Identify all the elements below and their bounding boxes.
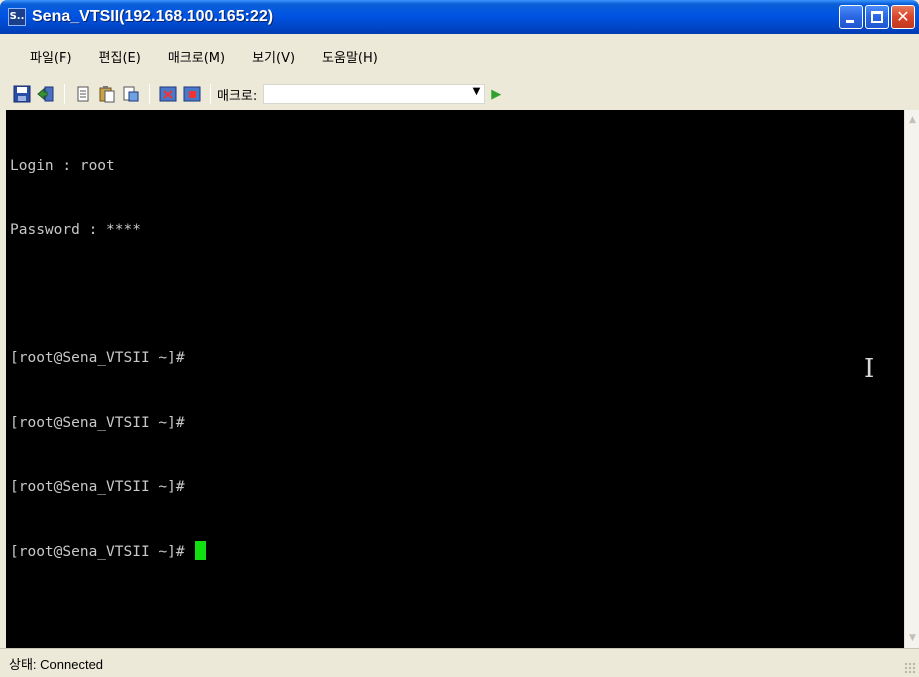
close-button[interactable]: ✕: [891, 5, 915, 29]
title-bar[interactable]: S.. Sena_VTSII(192.168.100.165:22) ✕: [0, 0, 919, 34]
text-cursor-icon: I: [864, 354, 875, 384]
minimize-button[interactable]: [839, 5, 863, 29]
connect-icon[interactable]: [36, 84, 56, 104]
menu-help[interactable]: 도움말(H): [306, 47, 389, 66]
menu-file[interactable]: 파일(F): [14, 47, 83, 66]
maximize-button[interactable]: [865, 5, 889, 29]
copy-icon[interactable]: [73, 84, 93, 104]
toolbar-separator: [210, 84, 211, 104]
paste-icon[interactable]: [97, 84, 117, 104]
close-icon: ✕: [896, 7, 910, 26]
terminal-line: Login : root: [10, 157, 115, 174]
window-controls: ✕: [839, 5, 915, 29]
status-text: 상태: Connected: [9, 656, 104, 672]
menu-edit[interactable]: 편집(E): [83, 47, 152, 66]
menu-macro[interactable]: 매크로(M): [152, 47, 236, 66]
menu-bar: 파일(F) 편집(E) 매크로(M) 보기(V) 도움말(H): [0, 34, 919, 78]
terminal-cursor: [195, 541, 207, 561]
vertical-scrollbar[interactable]: ▲ ▼: [904, 110, 919, 648]
macro-stop-icon[interactable]: [182, 84, 202, 104]
chevron-down-icon[interactable]: ▼: [473, 86, 481, 97]
status-bar: 상태: Connected: [0, 648, 919, 677]
toolbar-separator: [64, 84, 65, 104]
minimize-icon: [846, 20, 854, 23]
toolbar: 매크로: ▼ ▶: [0, 78, 919, 110]
terminal-screen[interactable]: Login : root Password : **** [root@Sena_…: [6, 110, 904, 648]
paste-special-icon[interactable]: [121, 84, 141, 104]
save-icon[interactable]: [12, 84, 32, 104]
maximize-icon: [871, 11, 883, 23]
app-icon[interactable]: S..: [8, 8, 26, 26]
terminal-line: [root@Sena_VTSII ~]#: [10, 414, 185, 431]
resize-grip-icon[interactable]: [904, 662, 916, 674]
window-title: Sena_VTSII(192.168.100.165:22): [32, 8, 274, 25]
menu-view[interactable]: 보기(V): [236, 47, 306, 66]
play-icon[interactable]: ▶: [491, 87, 501, 102]
scroll-down-icon[interactable]: ▼: [905, 630, 919, 646]
scroll-up-icon[interactable]: ▲: [905, 112, 919, 128]
macro-label: 매크로:: [217, 88, 258, 104]
macro-select[interactable]: ▼: [263, 84, 486, 104]
toolbar-separator: [149, 84, 150, 104]
terminal-prompt-line: [root@Sena_VTSII ~]#: [10, 541, 904, 562]
terminal-line: Password : ****: [10, 222, 141, 239]
terminal-line: [root@Sena_VTSII ~]#: [10, 350, 185, 367]
terminal-prompt: [root@Sena_VTSII ~]#: [10, 544, 194, 561]
macro-record-icon[interactable]: [158, 84, 178, 104]
terminal-line: [root@Sena_VTSII ~]#: [10, 478, 185, 495]
